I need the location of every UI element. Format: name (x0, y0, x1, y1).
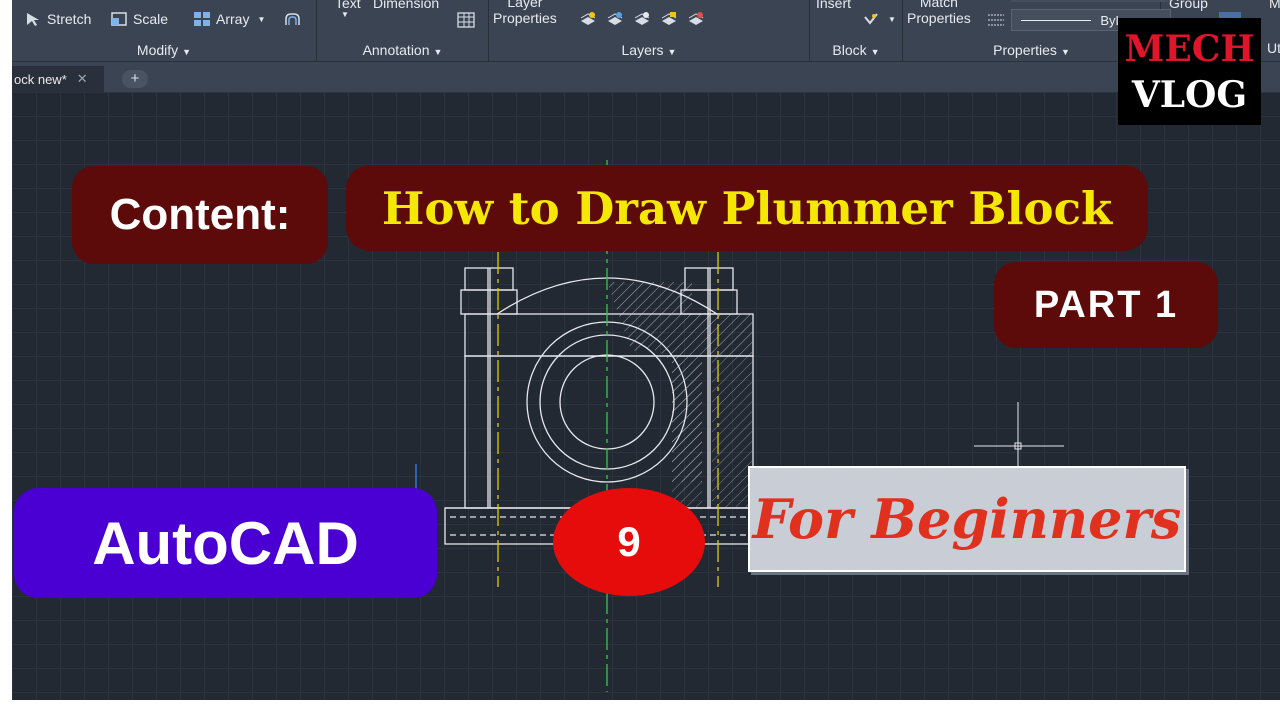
logo-line1: MECH (1124, 27, 1255, 70)
file-tab-bar: ock new* ✕ + (12, 62, 1280, 92)
stretch-button[interactable]: Stretch (24, 11, 91, 27)
close-tab-icon[interactable]: ✕ (77, 71, 88, 87)
array-button[interactable]: Array ▼ (193, 11, 265, 27)
block-title-label: Block (832, 42, 867, 58)
left-margin (0, 0, 12, 720)
content-label: Content: (109, 190, 291, 239)
layers-expand-icon[interactable]: ▼ (668, 47, 677, 57)
insert-label: Insert (816, 0, 852, 11)
layers-title-label: Layers (621, 42, 664, 58)
block-dropdown-icon[interactable]: ▼ (888, 15, 896, 24)
layers-panel: Layer Properties Layers ▼ (489, 0, 810, 62)
array-icon (194, 12, 210, 26)
lineweight-icon (987, 12, 1005, 28)
software-label: AutoCAD (92, 509, 359, 577)
block-panel: Insert ▼ Block ▼ (810, 0, 903, 62)
layer-match-icon[interactable] (687, 11, 705, 27)
video-title: How to Draw Plummer Block (381, 181, 1113, 235)
annotation-expand-icon[interactable]: ▼ (434, 47, 443, 57)
content-badge: Content: (72, 166, 328, 264)
file-tab[interactable]: ock new* ✕ (12, 66, 104, 92)
bottom-margin (0, 700, 1280, 720)
audience-label: For Beginners (752, 487, 1182, 551)
scale-label: Scale (133, 11, 169, 27)
annotation-panel: Text ▼ Dimension Annotation ▼ (317, 0, 489, 62)
block-panel-title[interactable]: Block ▼ (810, 42, 902, 58)
match-properties-line1: Match (919, 0, 958, 10)
utilities-label: Ut (1267, 40, 1280, 56)
stretch-icon (27, 13, 39, 26)
part-badge: PART 1 (994, 262, 1218, 348)
array-label: Array (216, 11, 250, 27)
layer-lock-icon[interactable] (660, 11, 678, 27)
file-tab-label: ock new* (14, 71, 67, 87)
annotation-panel-title[interactable]: Annotation ▼ (317, 42, 488, 58)
layer-properties-line2: Properties (493, 10, 557, 26)
layer-properties-button[interactable]: Layer Properties (493, 0, 557, 26)
modify-expand-icon[interactable]: ▼ (182, 47, 191, 57)
layer-tools (579, 11, 705, 27)
text-dropdown-icon[interactable]: ▼ (341, 10, 349, 19)
match-properties-button[interactable]: Match Properties (907, 0, 971, 26)
stretch-label: Stretch (47, 11, 92, 27)
layer-off-icon[interactable] (579, 11, 597, 27)
new-tab-button[interactable]: + (122, 70, 148, 88)
array-dropdown-icon[interactable]: ▼ (257, 15, 265, 24)
annotation-title-label: Annotation (362, 42, 430, 58)
modify-panel: Stretch Scale Array ▼ Modify ▼ (12, 0, 317, 62)
offset-icon (285, 13, 300, 25)
group-label: Group (1169, 0, 1208, 11)
audience-badge: For Beginners (748, 466, 1186, 572)
table-icon (457, 12, 475, 28)
measure-button[interactable]: Me (1269, 0, 1280, 11)
linetype-sample (1021, 19, 1092, 21)
offset-button[interactable] (284, 11, 302, 27)
block-expand-icon[interactable]: ▼ (871, 47, 880, 57)
title-badge: How to Draw Plummer Block (346, 165, 1148, 251)
layer-freeze-icon[interactable] (633, 11, 651, 27)
utilities-panel-title[interactable]: Ut (1267, 40, 1280, 56)
block-editor-icon[interactable] (862, 11, 880, 27)
layer-properties-line1: Layer (507, 0, 543, 10)
logo-line2: VLOG (1131, 73, 1248, 116)
software-badge: AutoCAD (14, 488, 437, 598)
autocad-window: Stretch Scale Array ▼ Modify ▼ Text ▼ Di… (0, 0, 1280, 720)
ribbon: Stretch Scale Array ▼ Modify ▼ Text ▼ Di… (12, 0, 1280, 62)
layer-isolate-icon[interactable] (606, 11, 624, 27)
table-button[interactable] (457, 12, 475, 28)
block-tools: ▼ (862, 11, 896, 27)
part-label: PART 1 (1033, 283, 1179, 326)
left-nut-top (464, 267, 514, 291)
layers-panel-title[interactable]: Layers ▼ (489, 42, 809, 58)
insert-button[interactable]: Insert (816, 0, 851, 11)
modify-title-label: Modify (136, 42, 179, 58)
measure-label: Me (1269, 0, 1280, 11)
scale-icon (111, 12, 127, 26)
channel-logo: MECH VLOG (1118, 18, 1261, 125)
episode-number-badge: 9 (553, 488, 705, 596)
match-properties-line2: Properties (907, 10, 971, 26)
group-button[interactable]: Group (1169, 0, 1208, 11)
color-select[interactable] (1011, 0, 1171, 2)
dimension-label: Dimension (373, 0, 440, 11)
left-nut (460, 289, 518, 315)
right-nut-top (684, 267, 734, 291)
dimension-button[interactable]: Dimension (373, 0, 439, 11)
modify-panel-title[interactable]: Modify ▼ (12, 42, 316, 58)
properties-title-label: Properties (993, 42, 1057, 58)
episode-number: 9 (617, 518, 641, 565)
properties-expand-icon[interactable]: ▼ (1061, 47, 1070, 57)
scale-button[interactable]: Scale (110, 11, 168, 27)
